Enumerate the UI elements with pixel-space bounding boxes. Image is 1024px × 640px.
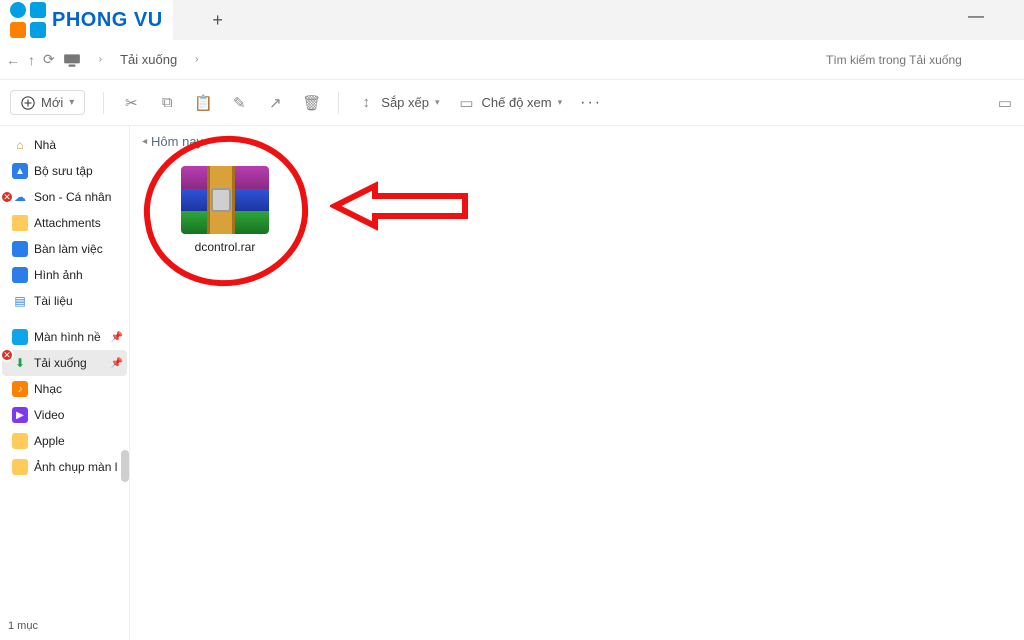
sidebar-item-label: Attachments bbox=[34, 216, 101, 230]
minimize-button[interactable]: — bbox=[968, 8, 984, 26]
new-tab-button[interactable]: + bbox=[203, 10, 233, 31]
documents-icon: ▤ bbox=[12, 293, 28, 309]
music-icon: ♪ bbox=[12, 381, 28, 397]
details-pane-button[interactable]: ▭ bbox=[996, 94, 1014, 112]
sidebar-item-desktop[interactable]: Bàn làm việc bbox=[2, 236, 127, 262]
pc-icon bbox=[63, 51, 81, 69]
chevron-right-icon: › bbox=[195, 54, 198, 65]
sidebar-item-label: Hình ảnh bbox=[34, 268, 83, 282]
sidebar-item-label: Ảnh chụp màn l bbox=[34, 460, 117, 474]
sidebar-item-monitor[interactable]: Màn hình nề 📌 bbox=[2, 324, 127, 350]
sidebar-item-label: Tải xuống bbox=[34, 356, 87, 370]
sidebar-item-gallery[interactable]: ▲ Bộ sưu tập bbox=[2, 158, 127, 184]
sidebar-item-label: Tài liệu bbox=[34, 294, 73, 308]
sidebar-item-documents[interactable]: ▤ Tài liệu bbox=[2, 288, 127, 314]
view-button[interactable]: ▭ Chế độ xem ▾ bbox=[458, 94, 563, 112]
new-button-label: Mới bbox=[41, 95, 63, 110]
main-area: ✕ ✕ ⌂ Nhà ▲ Bộ sưu tập ☁ Son - Cá nhân A… bbox=[0, 126, 1024, 640]
delete-button[interactable]: 🗑 bbox=[302, 94, 320, 112]
view-icon: ▭ bbox=[458, 94, 476, 112]
folder-icon bbox=[12, 215, 28, 231]
up-button[interactable]: ↑ bbox=[28, 52, 35, 68]
monitor-icon bbox=[12, 329, 28, 345]
plus-circle-icon bbox=[21, 96, 35, 110]
search-input[interactable] bbox=[818, 46, 1018, 74]
view-label: Chế độ xem bbox=[482, 95, 552, 110]
sidebar-item-pictures[interactable]: Hình ảnh bbox=[2, 262, 127, 288]
sidebar-item-attachments[interactable]: Attachments bbox=[2, 210, 127, 236]
refresh-button[interactable]: ⟳ bbox=[43, 51, 55, 68]
sort-button[interactable]: ↕ Sắp xếp ▾ bbox=[357, 94, 439, 111]
logo-text: PHONG VU bbox=[52, 9, 163, 32]
chevron-down-icon: ▾ bbox=[69, 97, 74, 108]
logo-icon bbox=[10, 2, 46, 38]
home-icon: ⌂ bbox=[12, 137, 28, 153]
toolbar: Mới ▾ ✂ ⧉ 📋 ✎ ↗ 🗑 ↕ Sắp xếp ▾ ▭ Chế độ x… bbox=[0, 80, 1024, 126]
sidebar-item-apple[interactable]: Apple bbox=[2, 428, 127, 454]
download-icon: ⬇ bbox=[12, 355, 28, 371]
error-badge-icon: ✕ bbox=[0, 190, 14, 204]
back-button[interactable]: ← bbox=[6, 52, 20, 68]
sidebar-item-label: Bàn làm việc bbox=[34, 242, 103, 256]
separator bbox=[103, 92, 104, 114]
new-button[interactable]: Mới ▾ bbox=[10, 90, 85, 115]
sort-icon: ↕ bbox=[357, 94, 375, 111]
chevron-down-icon: ▾ bbox=[435, 97, 440, 108]
cut-button[interactable]: ✂ bbox=[122, 94, 140, 112]
folder-icon bbox=[12, 433, 28, 449]
sidebar-item-video[interactable]: ▶ Video bbox=[2, 402, 127, 428]
sidebar: ✕ ✕ ⌂ Nhà ▲ Bộ sưu tập ☁ Son - Cá nhân A… bbox=[0, 126, 130, 640]
pin-icon: 📌 bbox=[111, 358, 123, 369]
sidebar-item-label: Video bbox=[34, 408, 64, 422]
video-icon: ▶ bbox=[12, 407, 28, 423]
chevron-down-icon: ▾ bbox=[139, 139, 150, 144]
status-item-count: 1 mục bbox=[8, 620, 38, 632]
separator bbox=[338, 92, 339, 114]
rename-button[interactable]: ✎ bbox=[230, 94, 248, 112]
folder-icon bbox=[12, 459, 28, 475]
status-bar: 1 mục bbox=[0, 618, 46, 640]
breadcrumb-current[interactable]: Tải xuống bbox=[120, 52, 177, 67]
chevron-right-icon: › bbox=[99, 54, 102, 65]
annotation-arrow-icon bbox=[330, 176, 470, 236]
cloud-icon: ☁ bbox=[12, 189, 28, 205]
sidebar-item-label: Nhà bbox=[34, 138, 56, 152]
breadcrumb[interactable]: › Tải xuống › bbox=[63, 51, 810, 69]
chevron-down-icon: ▾ bbox=[558, 97, 563, 108]
sidebar-item-label: Màn hình nề bbox=[34, 330, 101, 344]
more-button[interactable]: ··· bbox=[580, 94, 602, 112]
sidebar-item-music[interactable]: ♪ Nhạc bbox=[2, 376, 127, 402]
share-button[interactable]: ↗ bbox=[266, 94, 284, 112]
error-badge-icon: ✕ bbox=[0, 348, 14, 362]
sort-label: Sắp xếp bbox=[381, 95, 429, 110]
pictures-icon bbox=[12, 267, 28, 283]
sidebar-item-label: Apple bbox=[34, 434, 65, 448]
sidebar-item-label: Nhạc bbox=[34, 382, 62, 396]
pin-icon: 📌 bbox=[111, 332, 123, 343]
sidebar-item-label: Bộ sưu tập bbox=[34, 164, 93, 178]
file-list[interactable]: ▾ Hôm nay dcontrol.rar bbox=[130, 126, 1024, 640]
scrollbar[interactable] bbox=[121, 450, 129, 482]
sidebar-item-home[interactable]: ⌂ Nhà bbox=[2, 132, 127, 158]
desktop-icon bbox=[12, 241, 28, 257]
sidebar-item-label: Son - Cá nhân bbox=[34, 190, 111, 204]
sidebar-item-downloads[interactable]: ⬇ Tải xuống 📌 bbox=[2, 350, 127, 376]
tab-bar: PHONG VU + — bbox=[0, 0, 1024, 40]
paste-button[interactable]: 📋 bbox=[194, 94, 212, 112]
watermark-logo: PHONG VU bbox=[0, 0, 173, 40]
copy-button[interactable]: ⧉ bbox=[158, 94, 176, 111]
address-bar: ← ↑ ⟳ › Tải xuống › bbox=[0, 40, 1024, 80]
annotation-circle bbox=[134, 125, 317, 296]
sidebar-item-screenshots[interactable]: Ảnh chụp màn l bbox=[2, 454, 127, 480]
gallery-icon: ▲ bbox=[12, 163, 28, 179]
sidebar-item-onedrive[interactable]: ☁ Son - Cá nhân bbox=[2, 184, 127, 210]
